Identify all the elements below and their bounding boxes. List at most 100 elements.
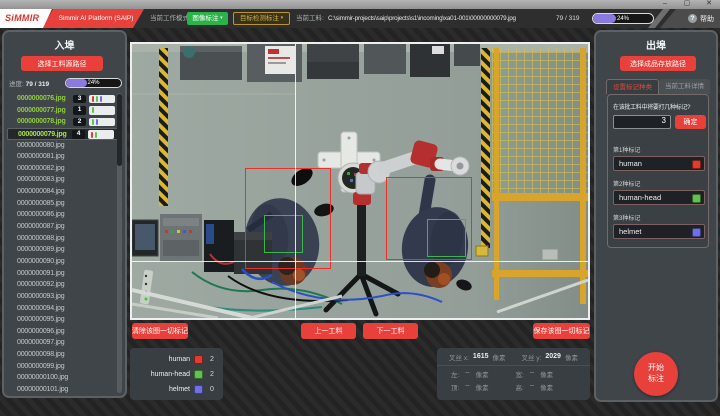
color-swatch[interactable] [692, 160, 701, 169]
file-list-item[interactable]: 0000000085.jpg [7, 198, 119, 210]
top-value: -- [465, 382, 469, 392]
unit-label: 像素 [565, 352, 578, 362]
mark-name-input[interactable]: human [613, 156, 705, 171]
file-list-item[interactable]: 0000000090.jpg [7, 256, 119, 268]
file-list-item[interactable]: 0000000083.jpg [7, 174, 119, 186]
file-name: 0000000081.jpg [17, 153, 64, 160]
file-list-item[interactable]: 0000000086.jpg [7, 209, 119, 221]
file-name: 0000000098.jpg [17, 351, 64, 358]
annotation-box-human-head[interactable] [264, 215, 303, 253]
file-list-item[interactable]: 0000000094.jpg [7, 303, 119, 315]
top-label: 顶: [451, 382, 459, 392]
crosshair-horizontal [132, 261, 588, 262]
app-title: Simmir AI Platform (SAIP) [42, 9, 144, 28]
file-list-scrollbar[interactable] [117, 93, 122, 393]
file-list-item[interactable]: 0000000096.jpg [7, 326, 119, 338]
file-name: 0000000078.jpg [17, 118, 66, 125]
mark-label: 第1种标记 [613, 145, 705, 154]
color-swatch [194, 385, 203, 394]
color-tick [91, 132, 93, 138]
file-list-item[interactable]: 0000000078.jpg2 [7, 116, 119, 128]
select-output-path-button[interactable]: 选择成品存放路径 [620, 56, 696, 71]
maximize-icon[interactable]: ▢ [680, 0, 694, 9]
color-swatch[interactable] [692, 228, 701, 237]
height-value: -- [530, 382, 534, 392]
mark-group-2: 第2种标记 human-head [613, 179, 705, 205]
mode-dropdown-button[interactable]: 图像标注 ▾ [187, 12, 228, 25]
file-name: 0000000076.jpg [17, 95, 66, 102]
legend-row: human-head 2 [130, 367, 217, 382]
unit-label: 像素 [540, 382, 553, 392]
color-tick [96, 96, 98, 102]
file-list-item[interactable]: 0000000092.jpg [7, 279, 119, 291]
color-swatch [194, 370, 203, 379]
file-name: 0000000092.jpg [17, 281, 64, 288]
annotation-box-human-head[interactable] [427, 219, 466, 257]
file-name: 00000000100.jpg [17, 374, 68, 381]
file-list-item[interactable]: 0000000099.jpg [7, 361, 119, 373]
save-annotations-button[interactable]: 保存该图一切标记 [533, 323, 590, 339]
file-list-item[interactable]: 0000000098.jpg [7, 349, 119, 361]
scrollbar-thumb[interactable] [117, 94, 122, 166]
confirm-button[interactable]: 确定 [675, 115, 706, 129]
crosshair-coordinates: 叉丝 x: 1615 像素 叉丝 y: 2029 像素 [437, 348, 590, 366]
left-value: -- [465, 369, 469, 379]
clear-annotations-button[interactable]: 清除该图一切标记 [132, 323, 188, 339]
previous-item-button[interactable]: 上一工料 [301, 323, 356, 339]
legend-count: 2 [207, 356, 217, 363]
close-icon[interactable]: ✕ [702, 0, 716, 9]
detect-mode-dropdown-button[interactable]: 目标检测标注 ▾ [233, 12, 290, 25]
mark-count-question: 在该批工料中将要打几种标记? [613, 102, 690, 111]
file-list-item[interactable]: 0000000079.jpg4 [7, 128, 119, 140]
color-tick [95, 132, 97, 138]
cross-x-label: 叉丝 x: [449, 352, 469, 362]
file-name: 0000000096.jpg [17, 328, 64, 335]
file-list-item[interactable]: 0000000089.jpg [7, 244, 119, 256]
legend-count: 2 [207, 371, 217, 378]
width-label: 宽: [516, 369, 524, 379]
file-list-item[interactable]: 0000000088.jpg [7, 233, 119, 245]
file-list-item[interactable]: 00000000100.jpg [7, 372, 119, 384]
mark-name-value: human [619, 159, 642, 168]
help-button[interactable]: ? 帮助 [660, 9, 720, 28]
file-name: 0000000089.jpg [17, 246, 64, 253]
unit-label: 像素 [493, 352, 506, 362]
file-list-item[interactable]: 0000000093.jpg [7, 291, 119, 303]
file-list-item[interactable]: 0000000097.jpg [7, 337, 119, 349]
tab-current-item-details[interactable]: 当前工料详情 [659, 79, 710, 94]
file-list: 0000000076.jpg 30000000077.jpg10000000078… [7, 93, 119, 396]
file-list-item[interactable]: 0000000084.jpg [7, 186, 119, 198]
input-port-panel: 入埠 选择工料源路径 进度: 79 / 319 24% 0000000076.j… [2, 30, 127, 398]
file-list-item[interactable]: 0000000076.jpg 3 [7, 93, 119, 105]
file-name: 0000000095.jpg [17, 316, 64, 323]
tab-set-mark-types[interactable]: 设置标记种类 [606, 79, 659, 94]
start-annotation-button[interactable]: 开始 标注 [634, 352, 678, 396]
next-item-button[interactable]: 下一工料 [363, 323, 418, 339]
mark-count-input[interactable]: 3 [613, 115, 671, 129]
mark-name-input[interactable]: human-head [613, 190, 705, 205]
input-port-title: 入埠 [4, 37, 125, 52]
file-list-item[interactable]: 0000000091.jpg [7, 268, 119, 280]
file-list-item[interactable]: 00000000101.jpg [7, 384, 119, 396]
unit-label: 像素 [540, 369, 553, 379]
file-list-item[interactable]: 0000000077.jpg1 [7, 105, 119, 117]
file-list-item[interactable]: 0000000087.jpg [7, 221, 119, 233]
app-header: SiMMIR Simmir AI Platform (SAIP) 当前工作模式:… [0, 9, 720, 28]
header-progress-bar: 24% [592, 13, 654, 24]
annotation-count-badge: 3 [73, 95, 86, 104]
file-list-item[interactable]: 0000000095.jpg [7, 314, 119, 326]
color-swatch[interactable] [692, 194, 701, 203]
file-list-item[interactable]: 0000000082.jpg [7, 163, 119, 175]
file-list-item[interactable]: 0000000081.jpg [7, 151, 119, 163]
annotation-color-ticks [89, 106, 115, 115]
mark-settings-box: 在该批工料中将要打几种标记? 3 确定 第1种标记 human 第2种标记 hu… [607, 94, 709, 248]
annotation-count-badge: 4 [72, 130, 85, 139]
image-viewer[interactable] [130, 42, 590, 320]
mark-name-input[interactable]: helmet [613, 224, 705, 239]
file-name: 0000000087.jpg [17, 223, 64, 230]
file-list-item[interactable]: 0000000080.jpg [7, 140, 119, 152]
select-source-path-button[interactable]: 选择工料源路径 [21, 56, 103, 71]
minimize-icon[interactable]: – [658, 0, 672, 9]
width-value: -- [530, 369, 534, 379]
file-name: 0000000093.jpg [17, 293, 64, 300]
